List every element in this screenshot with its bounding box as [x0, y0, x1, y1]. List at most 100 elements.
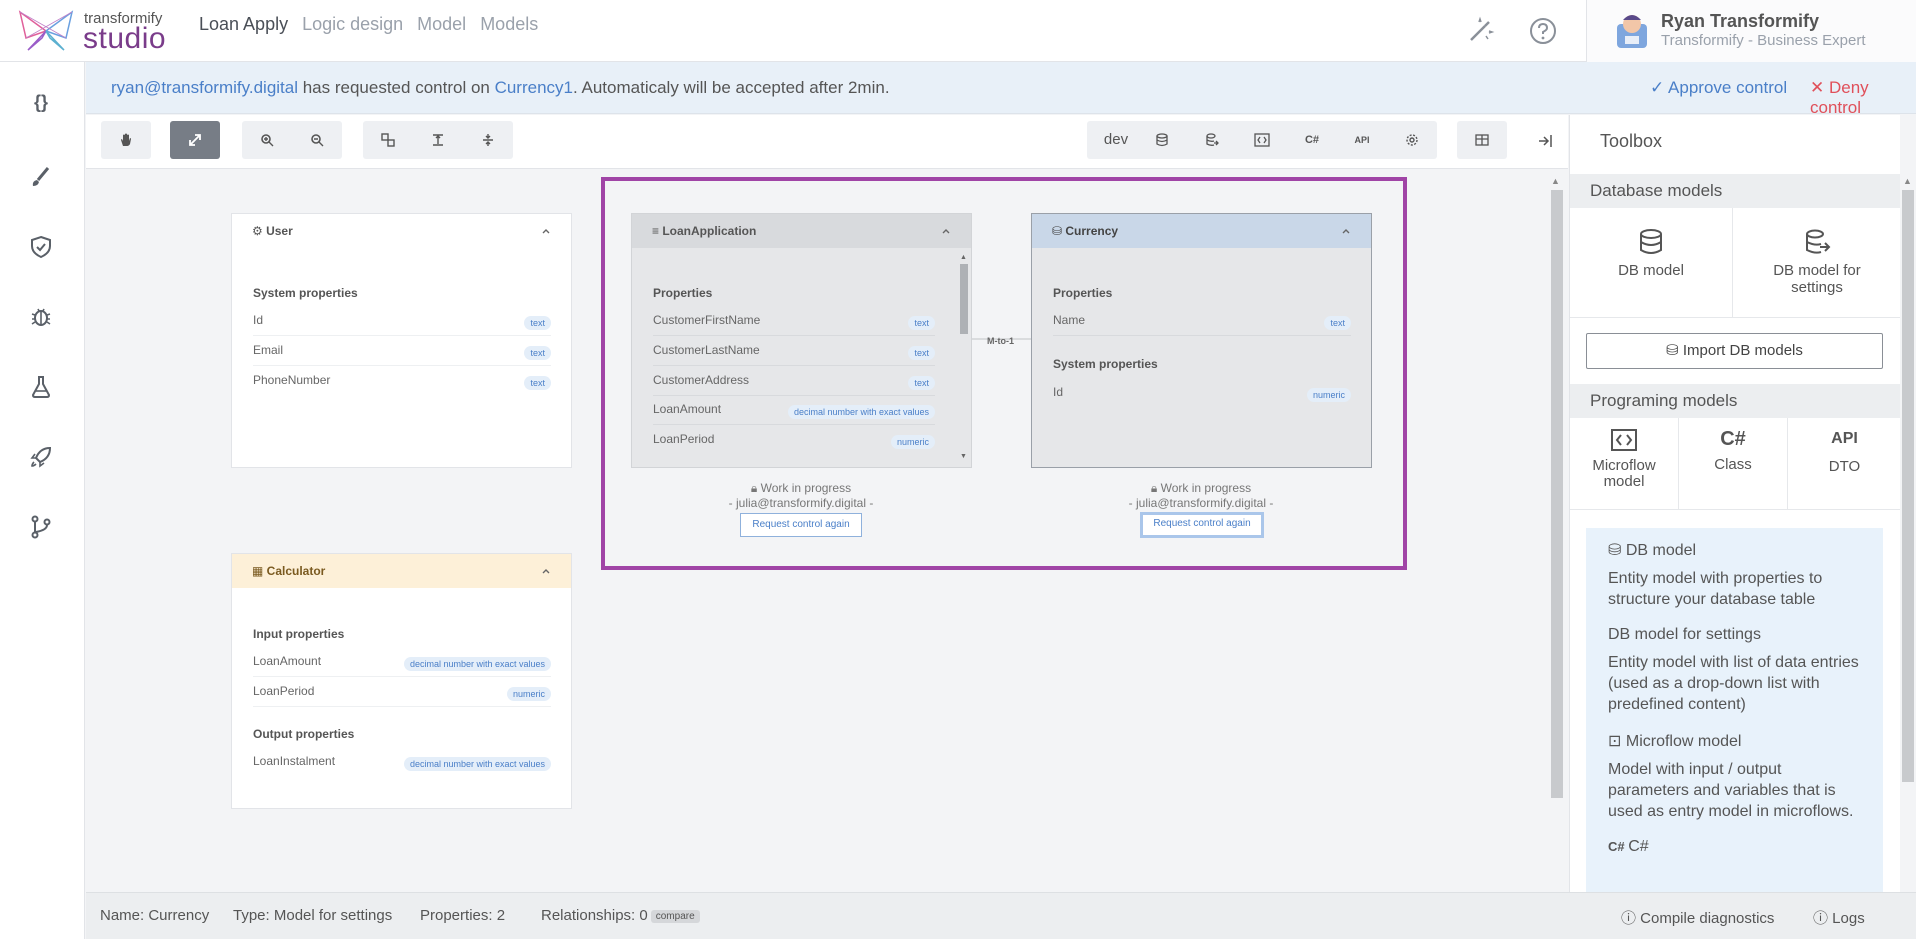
chevron-up-icon[interactable] — [1341, 226, 1351, 236]
card-header[interactable]: ≡ LoanApplication — [632, 214, 971, 248]
chevron-up-icon[interactable] — [541, 566, 551, 576]
chevron-up-icon[interactable] — [541, 226, 551, 236]
bug-icon[interactable] — [28, 304, 54, 330]
canvas-scroll-thumb[interactable] — [1551, 190, 1563, 798]
model-card-calculator[interactable]: ▦ Calculator Input properties LoanAmount… — [231, 553, 572, 809]
align-middle-icon[interactable] — [463, 121, 513, 159]
scroll-up-icon[interactable]: ▲ — [960, 254, 967, 261]
microflow-icon[interactable] — [1237, 121, 1287, 159]
gear-icon: ⚙ — [252, 224, 267, 238]
database-settings-icon — [1806, 229, 1831, 254]
model-link[interactable]: Currency1 — [495, 78, 573, 97]
property-row[interactable]: CustomerLastName text — [653, 340, 935, 366]
section-title: Properties — [1053, 286, 1113, 300]
info-title: C# C# — [1608, 838, 1649, 855]
approve-control-button[interactable]: ✓ Approve control — [1650, 78, 1787, 98]
zoom-out-icon[interactable] — [292, 121, 342, 159]
csharp-icon: C# — [1720, 428, 1746, 450]
api-dto-icon[interactable]: API — [1337, 121, 1387, 159]
property-row[interactable]: Id numeric — [1053, 382, 1351, 408]
zoom-group — [242, 121, 342, 159]
model-card-user[interactable]: ⚙ User System properties Id text Email tex… — [231, 213, 572, 468]
brush-icon[interactable] — [28, 164, 54, 190]
collapse-panel-icon[interactable] — [1537, 133, 1553, 149]
toolbox-scrollbar[interactable]: ▲ — [1900, 176, 1916, 892]
api-icon: API — [1831, 430, 1858, 447]
toolbox-panel: Toolbox Database models DB model DB mode… — [1569, 115, 1900, 892]
scroll-up-icon[interactable]: ▲ — [1551, 176, 1560, 186]
magic-wand-icon[interactable] — [1465, 16, 1495, 46]
toolbox-db-model[interactable]: DB model — [1570, 208, 1733, 318]
info-icon: ⓘ — [1813, 910, 1833, 927]
hand-icon[interactable] — [101, 121, 151, 159]
property-row[interactable]: LoanAmount decimal number with exact valu… — [253, 651, 551, 677]
database-icon[interactable] — [1137, 121, 1187, 159]
left-sidebar: {} — [0, 62, 85, 939]
card-scroll-thumb[interactable] — [960, 264, 968, 334]
toolbox-dto[interactable]: API DTO — [1788, 418, 1900, 510]
request-control-button-loan[interactable]: Request control again — [740, 513, 862, 537]
deny-control-button[interactable]: ✕ Deny control — [1810, 78, 1916, 118]
rocket-icon[interactable] — [28, 444, 54, 470]
section-programing-models: Programing models — [1570, 384, 1900, 418]
request-control-button-currency[interactable]: Request control again — [1140, 512, 1264, 538]
card-header[interactable]: ⚙ User — [232, 214, 571, 248]
section-title: Input properties — [253, 627, 345, 641]
layout-group — [363, 121, 513, 159]
model-card-loan-application[interactable]: ≡ LoanApplication Properties CustomerFir… — [631, 213, 972, 468]
property-row[interactable]: CustomerAddress text — [653, 370, 935, 396]
help-icon[interactable] — [1528, 16, 1558, 46]
property-row[interactable]: PhoneNumber text — [253, 370, 551, 396]
database-settings-icon[interactable] — [1187, 121, 1237, 159]
braces-icon[interactable]: {} — [28, 92, 54, 118]
import-db-models-button[interactable]: ⛁ Import DB models — [1586, 333, 1883, 369]
toolbox-scroll-thumb[interactable] — [1902, 190, 1914, 782]
nav-logic-design[interactable]: Logic design — [302, 14, 403, 35]
card-scrollbar[interactable]: ▲ ▼ — [959, 254, 969, 460]
zoom-in-icon[interactable] — [242, 121, 292, 159]
property-row[interactable]: CustomerFirstName text — [653, 310, 935, 336]
user-profile[interactable]: Ryan Transformify Transformify - Busines… — [1586, 0, 1916, 62]
status-properties: Properties: 2 — [420, 907, 506, 924]
property-row[interactable]: LoanAmount decimal number with exact valu… — [653, 399, 935, 425]
git-branch-icon[interactable] — [28, 514, 54, 540]
gear-icon[interactable] — [1387, 121, 1437, 159]
transformify-logo-icon[interactable] — [16, 8, 76, 54]
scroll-up-icon[interactable]: ▲ — [1903, 176, 1912, 186]
toolbox-microflow-model[interactable]: Microflow model — [1570, 418, 1679, 510]
nav-loan-apply[interactable]: Loan Apply — [199, 14, 288, 35]
property-row[interactable]: LoanPeriod numeric — [653, 429, 935, 455]
table-icon[interactable] — [1457, 121, 1507, 159]
status-relationships: Relationships: 0 compare — [541, 907, 700, 924]
csharp-class-icon[interactable]: C# — [1287, 121, 1337, 159]
logs-button[interactable]: ⓘ Logs — [1813, 907, 1865, 928]
scroll-down-icon[interactable]: ▼ — [960, 453, 967, 460]
compare-button[interactable]: compare — [650, 909, 700, 923]
requesting-user-link[interactable]: ryan@transformify.digital — [111, 78, 298, 97]
chevron-up-icon[interactable] — [941, 226, 951, 236]
type-badge: numeric — [1306, 388, 1351, 402]
shield-check-icon[interactable] — [28, 234, 54, 260]
arrange-icon[interactable] — [363, 121, 413, 159]
expand-icon[interactable] — [170, 121, 220, 159]
nav-models[interactable]: Models — [480, 14, 538, 35]
card-header[interactable]: ▦ Calculator — [232, 554, 571, 588]
toolbox-db-model-settings[interactable]: DB model for settings — [1733, 208, 1900, 318]
type-badge: text — [524, 376, 551, 390]
property-row[interactable]: Email text — [253, 340, 551, 366]
nav-model[interactable]: Model — [417, 14, 466, 35]
canvas-toolbar: dev prod C# API — [86, 115, 1568, 169]
align-top-icon[interactable] — [413, 121, 463, 159]
property-row[interactable]: LoanInstalment decimal number with exact … — [253, 751, 551, 777]
type-badge: text — [908, 376, 935, 390]
canvas-scrollbar[interactable]: ▲ — [1548, 176, 1566, 806]
property-row[interactable]: LoanPeriod numeric — [253, 681, 551, 707]
toolbox-class[interactable]: C# Class — [1679, 418, 1788, 510]
model-card-currency[interactable]: ⛁ Currency Properties Name text System pr… — [1031, 213, 1372, 468]
property-row[interactable]: Id text — [253, 310, 551, 336]
property-row[interactable]: Name text — [1053, 310, 1351, 336]
card-header[interactable]: ⛁ Currency — [1032, 214, 1371, 248]
compile-diagnostics-button[interactable]: ⓘ Compile diagnostics — [1621, 907, 1774, 928]
flask-icon[interactable] — [28, 374, 54, 400]
breadcrumb-nav: Loan Apply Logic design Model Models — [199, 14, 538, 35]
